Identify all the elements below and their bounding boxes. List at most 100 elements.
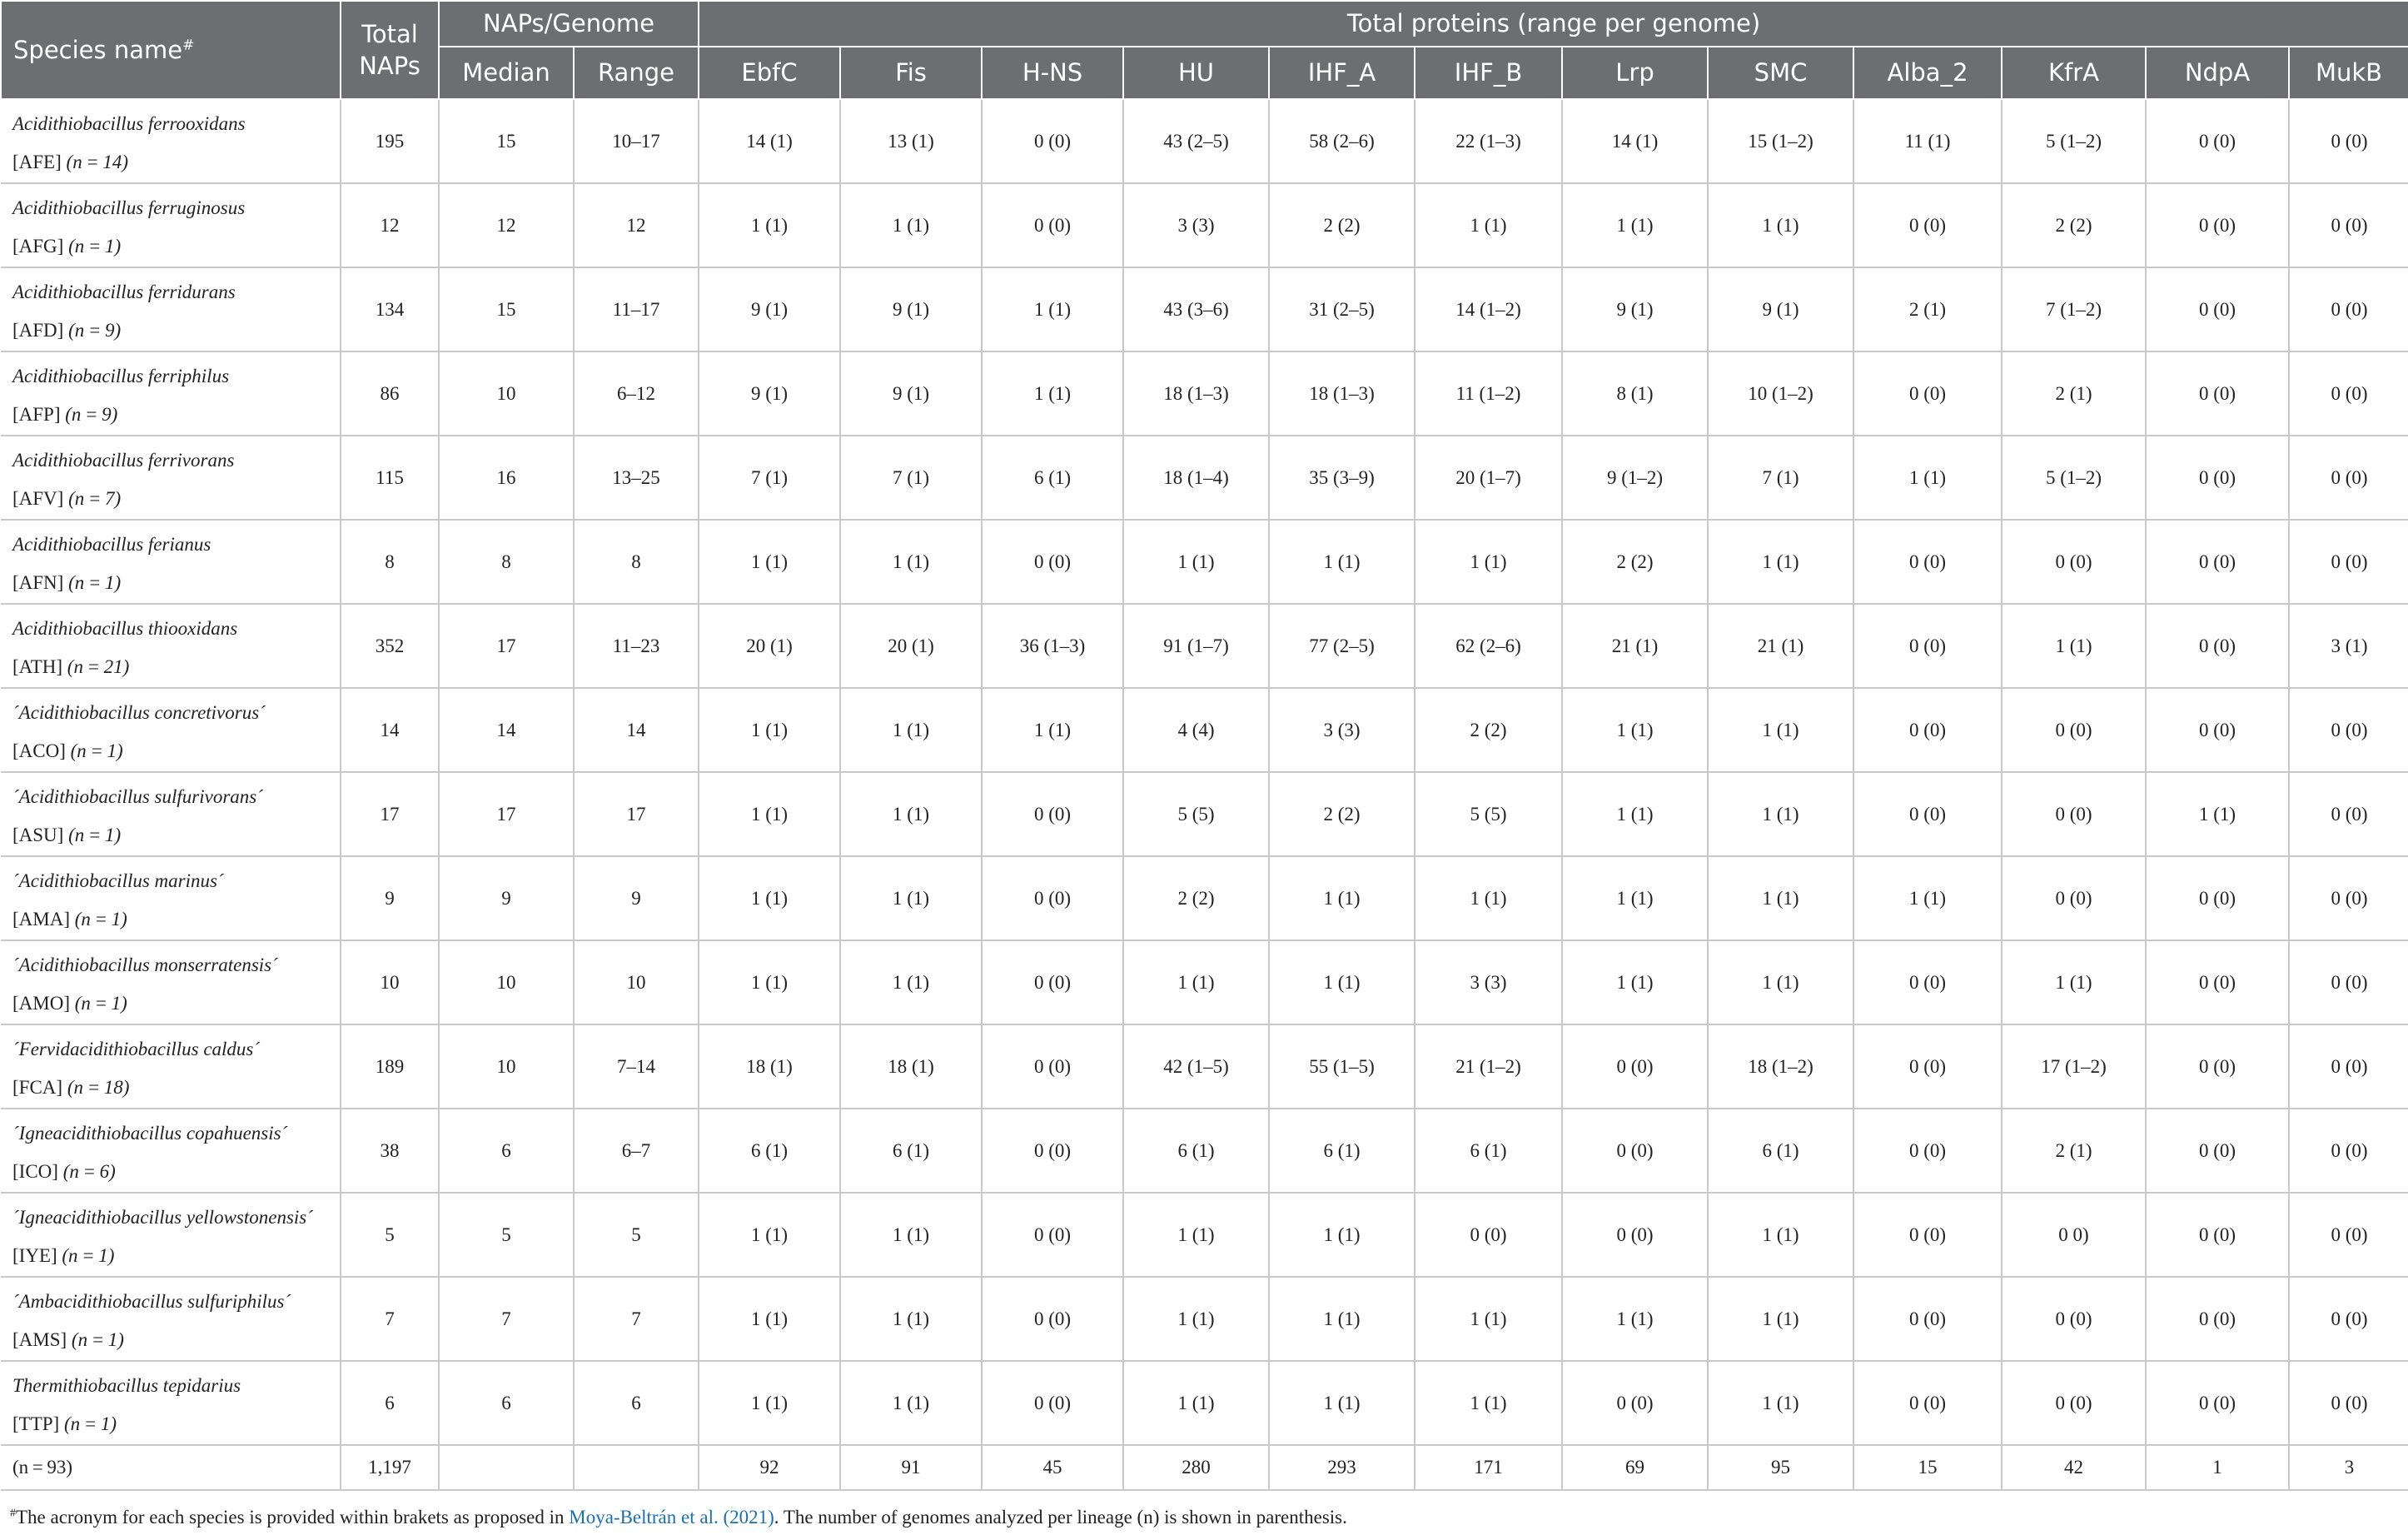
protein-count-cell: 0 (0) bbox=[1561, 1361, 1709, 1446]
protein-count-cell: 21 (1) bbox=[1561, 604, 1709, 689]
total-naps-cell: 14 bbox=[340, 688, 439, 773]
protein-count-cell: 7 (1) bbox=[698, 436, 841, 521]
protein-count-cell: 1 (1) bbox=[1853, 856, 2003, 941]
genome-count: (n = 14) bbox=[66, 152, 129, 172]
genome-count: (n = 1) bbox=[63, 1413, 117, 1434]
protein-count-cell: 0 (0) bbox=[2145, 1109, 2290, 1194]
total-naps-cell: 9 bbox=[340, 856, 439, 941]
protein-count-cell: 0 (0) bbox=[1853, 1277, 2003, 1362]
protein-count-cell: 0 (0) bbox=[1853, 351, 2003, 436]
protein-count-cell: 2 (1) bbox=[2001, 351, 2147, 436]
protein-count-cell: 2 (2) bbox=[1561, 520, 1709, 605]
protein-count-cell: 8 (1) bbox=[1561, 351, 1709, 436]
species-cell: ´Fervidacidithiobacillus caldus´ [FCA] (n… bbox=[1, 1024, 341, 1109]
range-cell: 5 bbox=[572, 1193, 699, 1278]
protein-count-cell: 1 (1) bbox=[1561, 1277, 1709, 1362]
genome-count: (n = 1) bbox=[74, 993, 127, 1014]
protein-count-cell: 0 (0) bbox=[981, 183, 1124, 268]
median-cell: 5 bbox=[438, 1193, 574, 1278]
totals-protein-cell: 95 bbox=[1707, 1445, 1854, 1491]
species-acronym-line: [AFP] (n = 9) bbox=[12, 402, 340, 427]
species-acronym: [ICO] bbox=[12, 1161, 58, 1182]
protein-count-cell: 0 (0) bbox=[2145, 1361, 2290, 1446]
protein-count-cell: 6 (1) bbox=[981, 436, 1124, 521]
protein-count-cell: 20 (1) bbox=[839, 604, 983, 689]
median-cell: 9 bbox=[438, 856, 574, 941]
table-row: ´Acidithiobacillus concretivorus´ [ACO] (… bbox=[1, 688, 2408, 773]
protein-count-cell: 15 (1–2) bbox=[1707, 99, 1854, 184]
protein-count-cell: 1 (1) bbox=[1561, 688, 1709, 773]
protein-count-cell: 9 (1) bbox=[1561, 267, 1709, 352]
protein-count-cell: 0 (0) bbox=[1853, 520, 2003, 605]
species-name: ´Ambacidithiobacillus sulfuriphilus´ bbox=[12, 1291, 291, 1312]
header-protein-ihf-a: IHF_A bbox=[1268, 45, 1416, 101]
protein-count-cell: 55 (1–5) bbox=[1268, 1024, 1415, 1109]
species-cell: Acidithiobacillus ferridurans [AFD] (n = … bbox=[1, 267, 341, 352]
table-row: ´Acidithiobacillus sulfurivorans´ [ASU] (… bbox=[1, 772, 2408, 857]
species-name: ´Acidithiobacillus sulfurivorans´ bbox=[12, 786, 263, 807]
header-protein-ndpa: NdpA bbox=[2145, 45, 2291, 101]
protein-count-cell: 0 (0) bbox=[2145, 520, 2290, 605]
protein-count-cell: 7 (1) bbox=[1707, 436, 1854, 521]
protein-count-cell: 0 (0) bbox=[2145, 351, 2290, 436]
protein-count-cell: 5 (5) bbox=[1414, 772, 1563, 857]
protein-count-cell: 77 (2–5) bbox=[1268, 604, 1415, 689]
totals-protein-cell: 1 bbox=[2145, 1445, 2290, 1491]
table-footnote: #The acronym for each species is provide… bbox=[10, 1507, 1347, 1528]
species-acronym: [IYE] bbox=[12, 1245, 57, 1266]
protein-count-cell: 1 (1) bbox=[698, 856, 841, 941]
species-name: Acidithiobacillus ferrivorans bbox=[12, 450, 235, 471]
protein-count-cell: 1 (1) bbox=[1707, 183, 1854, 268]
protein-count-cell: 0 (0) bbox=[1853, 1109, 2003, 1194]
species-acronym-line: [ICO] (n = 6) bbox=[12, 1159, 340, 1184]
protein-count-cell: 3 (1) bbox=[2288, 604, 2408, 689]
species-cell: Thermithiobacillus tepidarius [TTP] (n = … bbox=[1, 1361, 341, 1446]
protein-count-cell: 0 (0) bbox=[2288, 688, 2408, 773]
protein-count-cell: 62 (2–6) bbox=[1414, 604, 1563, 689]
species-acronym: [ATH] bbox=[12, 656, 63, 677]
table-row: Acidithiobacillus ferrooxidans [AFE] (n =… bbox=[1, 99, 2408, 184]
reference-link[interactable]: Moya-Beltrán et al. (2021) bbox=[569, 1507, 774, 1528]
header-species-name: Species name# bbox=[0, 0, 341, 100]
protein-count-cell: 1 (1) bbox=[1122, 940, 1270, 1025]
protein-count-cell: 1 (1) bbox=[698, 520, 841, 605]
protein-count-cell: 0 0) bbox=[2001, 1193, 2147, 1278]
header-protein-kfra: KfrA bbox=[2001, 45, 2147, 101]
species-acronym-line: [ASU] (n = 1) bbox=[12, 823, 340, 848]
species-cell: Acidithiobacillus ferriphilus [AFP] (n = … bbox=[1, 351, 341, 436]
protein-count-cell: 1 (1) bbox=[1561, 183, 1709, 268]
protein-count-cell: 0 (0) bbox=[981, 856, 1124, 941]
table-row: Acidithiobacillus ferridurans [AFD] (n = … bbox=[1, 267, 2408, 352]
protein-count-cell: 2 (2) bbox=[1122, 856, 1270, 941]
protein-count-cell: 0 (0) bbox=[2288, 772, 2408, 857]
header-naps-genome: NAPs/Genome bbox=[437, 0, 700, 47]
protein-count-cell: 36 (1–3) bbox=[981, 604, 1124, 689]
protein-count-cell: 6 (1) bbox=[1122, 1109, 1270, 1194]
median-cell: 10 bbox=[438, 1024, 574, 1109]
protein-count-cell: 4 (4) bbox=[1122, 688, 1270, 773]
genome-count: (n = 1) bbox=[68, 825, 122, 845]
protein-count-cell: 0 (0) bbox=[2145, 604, 2290, 689]
protein-count-cell: 0 (0) bbox=[981, 1361, 1124, 1446]
species-cell: Acidithiobacillus ferrooxidans [AFE] (n =… bbox=[1, 99, 341, 184]
protein-count-cell: 1 (1) bbox=[1268, 1193, 1415, 1278]
protein-count-cell: 1 (1) bbox=[1707, 940, 1854, 1025]
species-cell: Acidithiobacillus ferianus [AFN] (n = 1) bbox=[1, 520, 341, 605]
species-cell: Acidithiobacillus ferruginosus [AFG] (n =… bbox=[1, 183, 341, 268]
genome-count: (n = 21) bbox=[67, 656, 130, 677]
totals-protein-cell: 280 bbox=[1122, 1445, 1270, 1491]
protein-count-cell: 0 (0) bbox=[981, 1024, 1124, 1109]
protein-count-cell: 9 (1) bbox=[839, 351, 983, 436]
protein-count-cell: 6 (1) bbox=[1414, 1109, 1563, 1194]
genome-count: (n = 1) bbox=[68, 572, 122, 593]
genome-count: (n = 1) bbox=[71, 1329, 124, 1350]
total-naps-cell: 352 bbox=[340, 604, 439, 689]
table-row: Acidithiobacillus ferrivorans [AFV] (n = … bbox=[1, 436, 2408, 521]
protein-count-cell: 14 (1) bbox=[1561, 99, 1709, 184]
protein-count-cell: 0 (0) bbox=[2288, 351, 2408, 436]
protein-count-cell: 2 (2) bbox=[1414, 688, 1563, 773]
protein-count-cell: 1 (1) bbox=[1268, 520, 1415, 605]
protein-count-cell: 9 (1–2) bbox=[1561, 436, 1709, 521]
table-row: ´Igneacidithiobacillus yellowstonensis´ [… bbox=[1, 1193, 2408, 1278]
protein-count-cell: 0 (0) bbox=[2001, 1277, 2147, 1362]
